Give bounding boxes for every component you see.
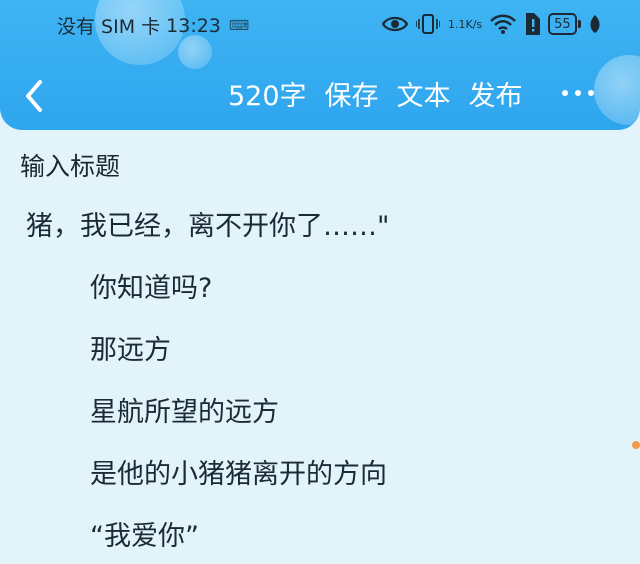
publish-button[interactable]: 发布 (469, 80, 523, 114)
keyboard-icon: ⌨ (228, 17, 250, 34)
content-editor[interactable]: 猪，我已经，离不开你了……" 你知道吗? 那远方 星航所望的远方 是他的小猪猪离… (0, 200, 640, 564)
content-line: 你知道吗? (90, 273, 213, 304)
carrier-text: 没有 SIM 卡 (57, 16, 161, 38)
chevron-left-icon (26, 80, 42, 112)
sim-alert-icon (524, 13, 541, 35)
content-line: 猪，我已经，离不开你了……" (26, 211, 390, 242)
clock-text: 13:23 (166, 14, 221, 37)
net-speed-unit: K/s (465, 17, 483, 31)
battery-indicator: 55 (548, 13, 581, 35)
more-dot-icon (562, 90, 568, 96)
wifi-icon (490, 14, 517, 34)
back-button[interactable] (20, 78, 50, 114)
content-line: 星航所望的远方 (90, 397, 279, 428)
net-speed: 1.1 K/s (448, 19, 482, 30)
top-header: 没有 SIM 卡 13:23 ⌨ 1.1 K/s 55 520字 保存 文本 发… (0, 0, 640, 130)
more-dot-icon (575, 90, 581, 96)
net-speed-value: 1.1 (448, 17, 466, 31)
word-count: 520字 (228, 81, 307, 112)
content-line: 是他的小猪猪离开的方向 (90, 459, 387, 490)
content-line: 那远方 (90, 335, 171, 366)
vibrate-icon (416, 13, 440, 35)
editor-toolbar: 520字 保存 文本 发布 (0, 64, 640, 128)
status-bar: 没有 SIM 卡 13:23 ⌨ 1.1 K/s 55 (0, 8, 640, 40)
battery-level: 55 (554, 16, 571, 32)
more-dot-icon (588, 90, 594, 96)
leaf-icon (589, 15, 601, 33)
more-menu-button[interactable] (562, 90, 601, 96)
scroll-indicator (632, 441, 640, 449)
title-input[interactable] (20, 152, 580, 181)
save-button[interactable]: 保存 (325, 80, 379, 114)
text-button[interactable]: 文本 (397, 80, 451, 114)
content-line: “我爱你” (90, 521, 199, 552)
eye-icon (382, 15, 408, 33)
